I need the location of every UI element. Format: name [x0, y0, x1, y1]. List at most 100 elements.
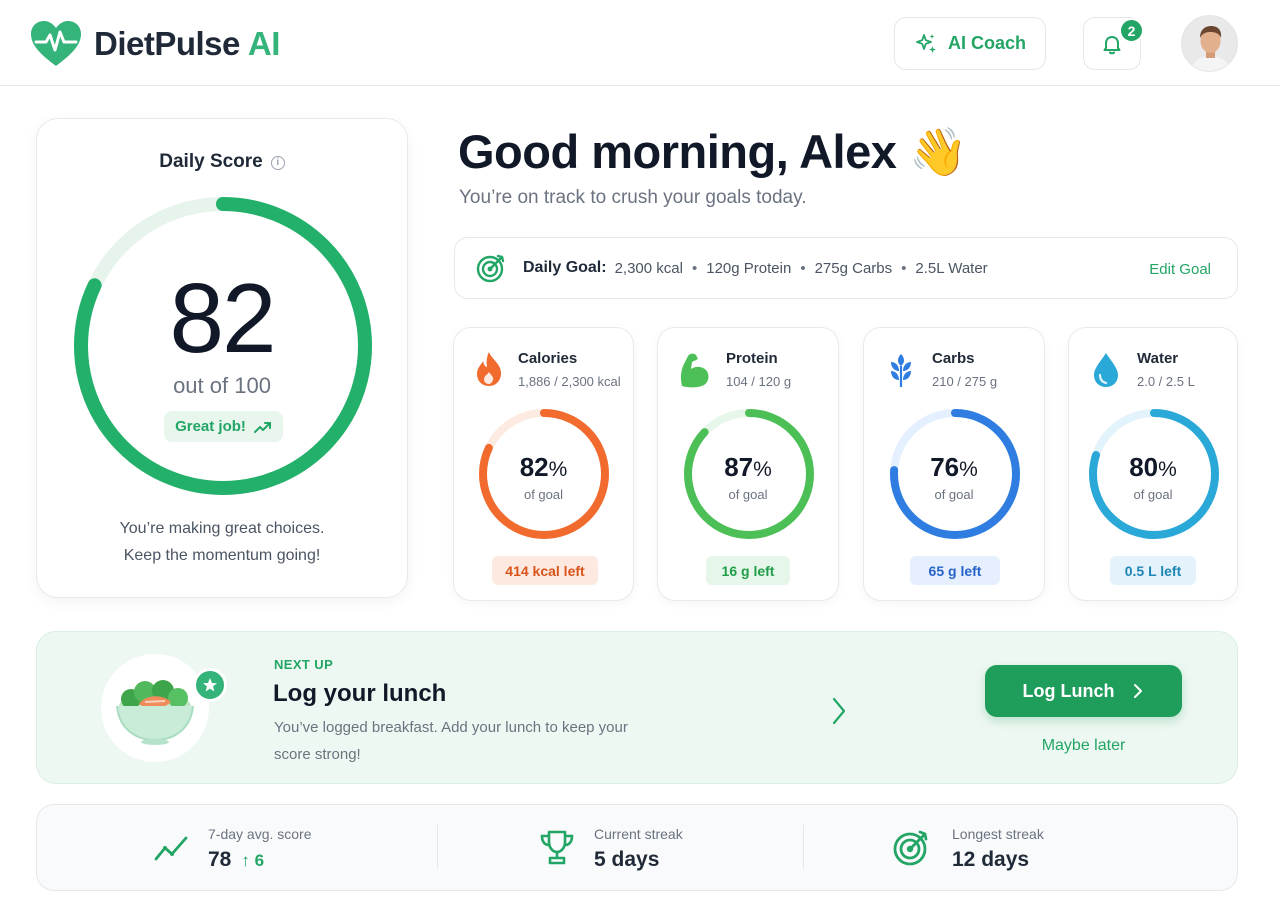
longest-streak-label: Longest streak	[952, 826, 1044, 842]
water-remaining-badge: 0.5 L left	[1110, 556, 1196, 585]
info-icon[interactable]: i	[270, 156, 285, 170]
maybe-later-link[interactable]: Maybe later	[985, 737, 1182, 755]
water-of-goal: of goal	[1133, 487, 1173, 502]
protein-of-goal: of goal	[728, 487, 768, 502]
calories-of-goal: of goal	[523, 487, 564, 502]
avg-score-value: 78 ↑ 6	[208, 848, 264, 872]
grain-icon	[891, 354, 911, 387]
score-status-label: Great job!	[175, 418, 246, 435]
brand-wordmark: DietPulse	[94, 25, 240, 62]
protein-percent: 87%	[658, 452, 838, 483]
avg-score-delta: ↑ 6	[241, 851, 265, 870]
daily-goal-label: Daily Goal:	[523, 259, 607, 276]
protein-percent-value: 87	[724, 452, 754, 482]
daily-score-title: Daily Score	[159, 151, 263, 172]
salad-bowl-icon	[116, 680, 194, 745]
greeting-subtitle: You’re on track to crush your goals toda…	[459, 187, 807, 208]
next-up-description: You’ve logged breakfast. Add your lunch …	[274, 719, 628, 763]
target-icon	[893, 830, 928, 866]
carbs-percent-value: 76	[930, 452, 960, 482]
daily-goal-bar: Daily Goal: 2,300 kcal • 120g Protein • …	[454, 237, 1238, 299]
score-message-line1: You’re making great choices.	[119, 520, 325, 537]
score-message: You’re making great choices. Keep the mo…	[37, 515, 407, 569]
water-percent: 80%	[1069, 452, 1237, 483]
log-lunch-button[interactable]: Log Lunch	[985, 665, 1182, 717]
ai-coach-label: AI Coach	[947, 33, 1026, 53]
water-label: Water	[1137, 350, 1179, 367]
sparkles-icon	[916, 33, 936, 53]
score-message-line2: Keep the momentum going!	[123, 547, 321, 564]
heart-pulse-logo-icon	[31, 21, 81, 66]
goal-water: 2.5L Water	[915, 259, 988, 277]
brand-ai-suffix: AI	[247, 25, 281, 62]
chevron-right-icon	[1134, 684, 1143, 698]
greeting-title: Good morning, Alex 👋	[458, 124, 967, 180]
target-icon	[476, 254, 505, 283]
next-up-card: NEXT UP Log your lunch You’ve logged bre…	[36, 631, 1238, 784]
stat-divider	[437, 825, 438, 869]
longest-streak-value: 12 days	[952, 848, 1030, 871]
percent-sign: %	[548, 458, 568, 481]
goal-carbs: 275g Carbs	[814, 259, 893, 277]
protein-label: Protein	[726, 350, 778, 367]
protein-card[interactable]: Protein 104 / 120 g 87% of goal 16 g lef…	[657, 327, 839, 601]
carbs-card[interactable]: Carbs 210 / 275 g 76% of goal 65 g left	[863, 327, 1045, 601]
notification-count-badge: 2	[1119, 18, 1144, 43]
daily-score-heading: Daily Score i	[37, 151, 407, 173]
waving-hand-icon: 👋	[908, 125, 968, 178]
log-lunch-label: Log Lunch	[1022, 680, 1115, 701]
protein-value: 104 / 120 g	[726, 374, 792, 389]
goal-protein: 120g Protein	[706, 259, 792, 277]
percent-sign: %	[753, 458, 772, 481]
carbs-of-goal: of goal	[934, 487, 974, 502]
current-streak-label: Current streak	[594, 826, 683, 842]
goal-separator: •	[901, 259, 907, 277]
calories-value: 1,886 / 2,300 kcal	[518, 374, 621, 389]
carbs-value: 210 / 275 g	[932, 374, 998, 389]
daily-score-value: 82	[169, 263, 276, 373]
calories-remaining-badge: 414 kcal left	[492, 556, 598, 585]
avatar-portrait-icon	[1182, 16, 1237, 71]
stats-bar: 7-day avg. score 78 ↑ 6 Current streak 5 …	[36, 804, 1238, 891]
calories-percent: 82%	[454, 452, 633, 483]
calories-card[interactable]: Calories 1,886 / 2,300 kcal 82% of goal …	[453, 327, 634, 601]
flexed-arm-icon	[680, 353, 709, 388]
water-drop-icon	[1094, 353, 1118, 387]
edit-goal-link[interactable]: Edit Goal	[1149, 261, 1211, 278]
carbs-remaining-badge: 65 g left	[910, 556, 1000, 585]
water-percent-value: 80	[1129, 452, 1159, 482]
next-up-title: Log your lunch	[273, 680, 447, 707]
daily-score-max: out of 100	[173, 373, 271, 398]
user-avatar[interactable]	[1181, 15, 1238, 72]
salad-bowl-image	[101, 654, 209, 762]
daily-score-card: Daily Score i 82 out of 100 Great job! Yo…	[36, 118, 408, 598]
trend-up-icon	[253, 421, 271, 433]
calories-percent-value: 82	[519, 452, 549, 482]
carbs-percent: 76%	[864, 452, 1044, 483]
score-status-badge: Great job!	[164, 411, 283, 442]
calories-label: Calories	[518, 350, 578, 367]
star-icon	[203, 678, 217, 692]
avg-score-number: 78	[208, 848, 232, 871]
trophy-icon	[540, 830, 574, 865]
top-header: DietPulse AI AI Coach 2	[0, 0, 1280, 86]
brand[interactable]: DietPulse AI	[30, 20, 280, 68]
water-card[interactable]: Water 2.0 / 2.5 L 80% of goal 0.5 L left	[1068, 327, 1238, 601]
current-streak-value: 5 days	[594, 848, 660, 871]
water-value: 2.0 / 2.5 L	[1137, 374, 1195, 389]
chevron-right-icon[interactable]	[829, 696, 849, 726]
brand-name: DietPulse AI	[94, 25, 280, 63]
avg-score-label: 7-day avg. score	[208, 826, 312, 842]
carbs-label: Carbs	[932, 350, 975, 367]
greeting-text: Good morning, Alex	[458, 125, 897, 178]
trend-line-icon	[154, 836, 188, 861]
goal-separator: •	[691, 259, 698, 277]
next-up-kicker: NEXT UP	[274, 657, 334, 672]
protein-remaining-badge: 16 g left	[706, 556, 790, 585]
percent-sign: %	[959, 458, 978, 481]
ai-coach-button[interactable]: AI Coach	[894, 17, 1046, 70]
goal-separator: •	[800, 259, 806, 277]
stat-divider	[803, 825, 804, 869]
fire-icon	[477, 352, 502, 386]
goal-calories: 2,300 kcal	[614, 259, 683, 277]
